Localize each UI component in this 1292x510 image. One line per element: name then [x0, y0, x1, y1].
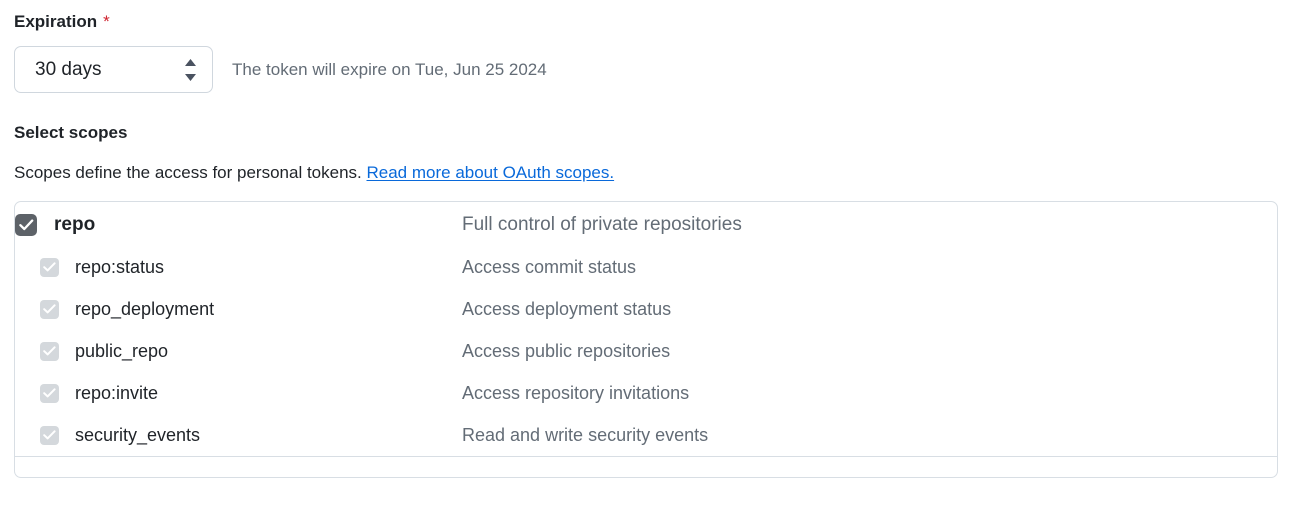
expiration-select-value: 30 days — [35, 58, 102, 80]
scope-row-repo-deployment[interactable]: repo_deployment Access deployment status — [15, 288, 1277, 330]
checkbox-checked-disabled-icon — [40, 341, 59, 361]
scope-row-repo-invite[interactable]: repo:invite Access repository invitation… — [15, 372, 1277, 414]
scope-label: public_repo — [75, 341, 169, 361]
scope-row-public-repo[interactable]: public_repo Access public repositories — [15, 330, 1277, 372]
checkbox-checked-disabled-icon — [40, 383, 59, 403]
select-scopes-heading: Select scopes — [14, 123, 128, 142]
scope-label: security_events — [75, 425, 201, 445]
stepper-updown-icon — [183, 58, 197, 81]
scope-name-cell: repo_deployment — [15, 298, 462, 320]
scope-row-security-events[interactable]: security_events Read and write security … — [15, 414, 1277, 456]
token-settings-page: Expiration * 30 days The token will expi… — [0, 0, 1292, 510]
oauth-scopes-link[interactable]: Read more about OAuth scopes. — [367, 163, 615, 182]
scope-label: repo:status — [75, 257, 165, 277]
scope-name-cell: public_repo — [15, 340, 462, 362]
scope-description: Full control of private repositories — [462, 214, 742, 235]
expiration-label-text: Expiration — [14, 12, 98, 31]
scope-name-cell: repo:status — [15, 256, 462, 278]
scope-description: Access deployment status — [462, 299, 672, 319]
scopes-description-text: Scopes define the access for personal to… — [14, 163, 362, 182]
expiration-select[interactable]: 30 days — [14, 46, 213, 93]
expiration-note: The token will expire on Tue, Jun 25 202… — [232, 59, 547, 79]
scopes-description: Scopes define the access for personal to… — [14, 162, 1278, 184]
scope-name-cell: repo — [15, 214, 462, 236]
checkbox-checked-disabled-icon — [40, 299, 59, 319]
checkbox-checked-disabled-icon — [40, 425, 59, 445]
scope-row-repo[interactable]: repo Full control of private repositorie… — [15, 202, 1277, 246]
scope-group-next-truncated — [15, 456, 1277, 477]
scope-row-repo-status[interactable]: repo:status Access commit status — [15, 246, 1277, 288]
scope-group-repo: repo Full control of private repositorie… — [15, 202, 1277, 456]
scopes-list-container: repo Full control of private repositorie… — [14, 201, 1278, 478]
scope-name-cell: security_events — [15, 424, 462, 446]
scope-name-cell: repo:invite — [15, 382, 462, 404]
expiration-row: 30 days The token will expire on Tue, Ju… — [14, 46, 1278, 93]
scope-description: Access repository invitations — [462, 383, 690, 403]
scope-label: repo_deployment — [75, 299, 215, 319]
scope-description: Access commit status — [462, 257, 637, 277]
scope-description: Access public repositories — [462, 341, 671, 361]
scope-label: repo — [54, 214, 96, 235]
checkbox-checked-icon[interactable] — [15, 214, 37, 236]
checkbox-checked-disabled-icon — [40, 257, 59, 277]
scope-description: Read and write security events — [462, 425, 709, 445]
scope-label: repo:invite — [75, 383, 159, 403]
required-asterisk: * — [103, 12, 110, 31]
expiration-label: Expiration * — [14, 0, 1278, 32]
